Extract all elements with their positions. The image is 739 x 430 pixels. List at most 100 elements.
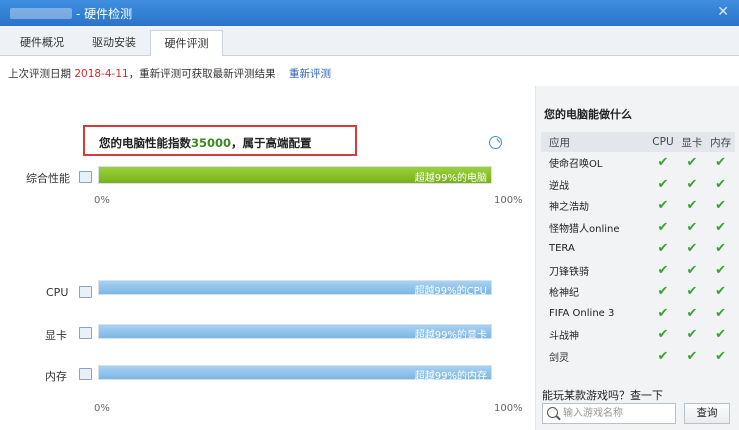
info-suffix: ，重新评测可获取最新评测结果 [128,68,276,80]
table-row: 怪物猎人online ✔ ✔ ✔ [541,217,735,239]
check-icon: ✔ [715,327,727,343]
cpu-icon[interactable] [79,286,92,298]
table-row: 剑灵 ✔ ✔ ✔ [541,346,735,368]
check-icon: ✔ [715,241,727,257]
bar-label-cpu: CPU [46,286,69,299]
axis-min-top: 0% [94,195,110,206]
last-benchmark-date: 2018-4-11 [74,68,129,80]
check-icon: ✔ [686,176,698,192]
window-title: - 硬件检测 [76,7,133,21]
game-name: 斗战神 [549,331,579,343]
game-search-input[interactable] [563,406,673,421]
memory-bar: 超越99%的内存 [98,365,492,382]
score-summary: 您的电脑性能指数35000，属于高端配置 [83,125,357,156]
check-icon: ✔ [686,284,698,300]
memory-bar-text: 超越99%的内存 [414,371,487,382]
gpu-bar-text: 超越99%的显卡 [414,330,487,341]
app-name-redacted [10,8,72,19]
check-icon: ✔ [686,155,698,171]
tab-hardware-overview[interactable]: 硬件概况 [6,30,78,56]
check-icon: ✔ [657,327,669,343]
check-icon: ✔ [715,348,727,364]
score-prefix: 您的电脑性能指数 [99,136,191,150]
search-icon [547,407,558,418]
axis-min-bottom: 0% [94,403,110,414]
check-icon: ✔ [715,219,727,235]
query-button[interactable]: 查询 [684,403,730,424]
check-icon: ✔ [715,262,727,278]
check-icon: ✔ [686,219,698,235]
check-icon: ✔ [686,348,698,364]
game-name: 逆战 [549,180,569,192]
gpu-icon[interactable] [79,327,92,339]
table-row: 使命召唤OL ✔ ✔ ✔ [541,152,735,174]
game-name: 枪神纪 [549,288,579,300]
score-value: 35000 [191,136,232,150]
rebenchmark-link[interactable]: 重新评测 [289,68,331,80]
check-icon: ✔ [715,176,727,192]
table-row: TERA ✔ ✔ ✔ [541,238,735,260]
column-header-app: 应用 [541,132,649,152]
overall-performance-bar: 超越99%的电脑 [98,166,492,184]
game-name: 剑灵 [549,352,569,364]
check-icon: ✔ [686,262,698,278]
check-icon: ✔ [657,176,669,192]
game-name: 神之浩劫 [549,202,589,214]
game-name: FIFA Online 3 [549,307,615,319]
score-suffix: ，属于高端配置 [231,136,312,150]
game-check-prompt: 能玩某款游戏吗？查一下 [542,389,663,402]
check-icon: ✔ [657,305,669,321]
memory-icon[interactable] [79,368,92,380]
overall-bar-text: 超越99%的电脑 [414,173,487,184]
tab-bar: 硬件概况 驱动安装 硬件评测 [0,26,739,56]
axis-max-top: 100% [494,195,523,206]
bar-label-gpu: 显卡 [45,329,67,342]
table-row: FIFA Online 3 ✔ ✔ ✔ [541,303,735,325]
check-icon: ✔ [657,262,669,278]
game-name: TERA [549,243,575,255]
check-icon: ✔ [715,155,727,171]
gpu-bar: 超越99%的显卡 [98,324,492,341]
table-row: 神之浩劫 ✔ ✔ ✔ [541,195,735,217]
benchmark-panel: 您的电脑性能指数35000，属于高端配置 综合性能 超越99%的电脑 0% 10… [0,86,535,430]
tab-hardware-benchmark[interactable]: 硬件评测 [150,30,223,56]
bar-label-overall: 综合性能 [26,172,70,185]
info-prefix: 上次评测日期 [8,68,71,80]
check-icon: ✔ [686,198,698,214]
check-icon: ✔ [657,219,669,235]
compatibility-panel: 您的电脑能做什么 应用 CPU 显卡 内存 使命召唤OL ✔ ✔ ✔ 逆战 ✔ ✔ ✔ 神之浩劫… [535,86,739,430]
check-icon: ✔ [715,198,727,214]
close-icon[interactable]: ✕ [717,4,729,20]
check-icon: ✔ [657,155,669,171]
game-search-box[interactable] [542,403,676,424]
tab-driver-install[interactable]: 驱动安装 [78,30,150,56]
check-icon: ✔ [657,198,669,214]
table-row: 枪神纪 ✔ ✔ ✔ [541,281,735,303]
last-benchmark-info: 上次评测日期 2018-4-11，重新评测可获取最新评测结果 重新评测 [8,66,331,81]
game-compatibility-table: 应用 CPU 显卡 内存 使命召唤OL ✔ ✔ ✔ 逆战 ✔ ✔ ✔ 神之浩劫 ✔ ✔ ✔ 怪物猎人on… [541,132,735,367]
axis-max-bottom: 100% [494,403,523,414]
check-icon: ✔ [686,327,698,343]
refresh-icon[interactable] [489,136,502,149]
check-icon: ✔ [715,284,727,300]
game-name: 使命召唤OL [549,159,603,171]
check-icon: ✔ [686,305,698,321]
cpu-bar: 超越99%的CPU [98,280,492,297]
game-name: 刀锋铁骑 [549,266,589,278]
table-row: 逆战 ✔ ✔ ✔ [541,174,735,196]
game-name: 怪物猎人online [549,223,620,235]
document-icon[interactable] [79,171,92,183]
title-bar: - 硬件检测 ✕ [0,0,739,26]
check-icon: ✔ [657,284,669,300]
column-header-gpu: 显卡 [677,132,707,152]
column-header-cpu: CPU [648,132,678,152]
check-icon: ✔ [686,241,698,257]
check-icon: ✔ [715,305,727,321]
cpu-bar-text: 超越99%的CPU [414,286,487,297]
table-row: 刀锋铁骑 ✔ ✔ ✔ [541,260,735,282]
compatibility-heading: 您的电脑能做什么 [544,108,632,121]
check-icon: ✔ [657,241,669,257]
column-header-memory: 内存 [706,132,735,152]
bar-label-memory: 内存 [45,370,67,383]
table-row: 斗战神 ✔ ✔ ✔ [541,324,735,346]
